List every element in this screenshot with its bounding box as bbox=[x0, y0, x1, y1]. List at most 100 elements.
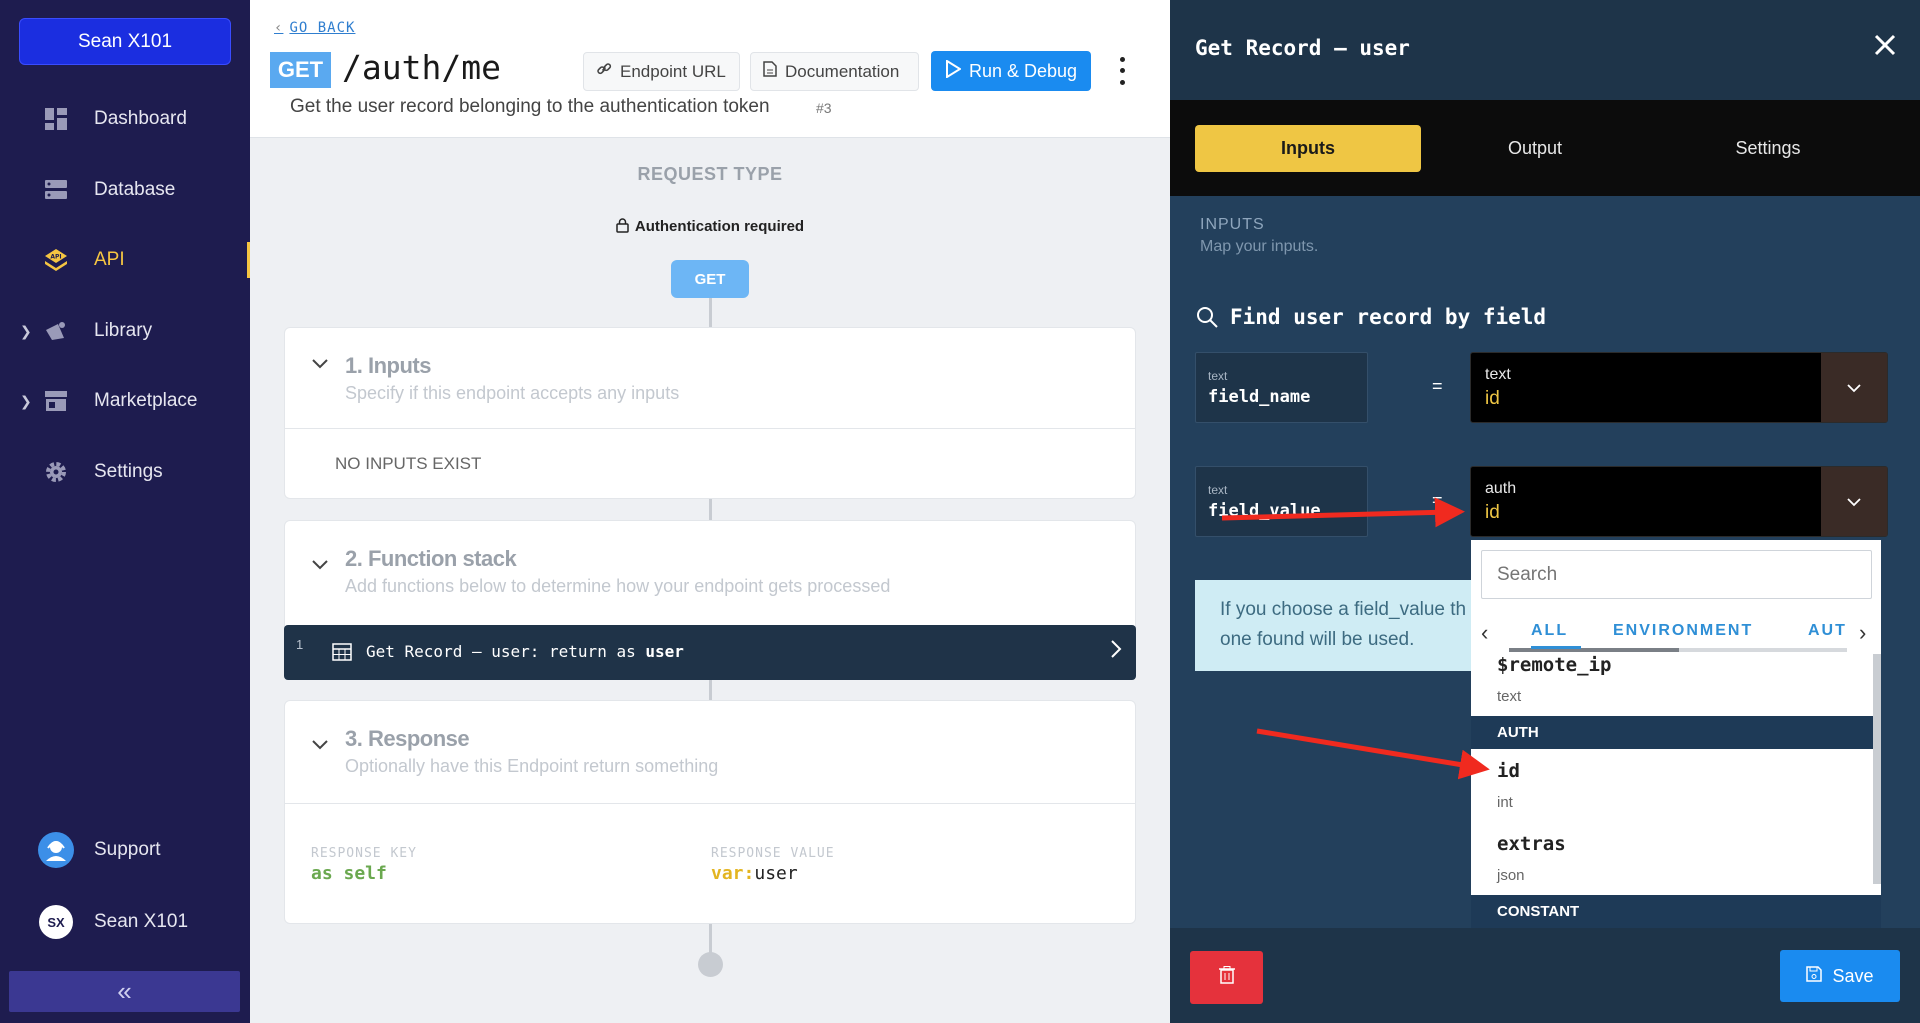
chevron-down-icon[interactable] bbox=[311, 735, 329, 756]
variable-group-auth: AUTH bbox=[1471, 716, 1881, 749]
endpoint-path: /auth/me bbox=[342, 48, 501, 87]
floppy-disk-icon bbox=[1806, 965, 1823, 987]
sidebar-item-label: API bbox=[94, 249, 125, 270]
response-key-label: RESPONSE KEY bbox=[311, 846, 417, 861]
chevron-right-icon[interactable]: › bbox=[1859, 620, 1866, 646]
documentation-label: Documentation bbox=[785, 61, 900, 81]
flow-connector bbox=[709, 924, 712, 954]
function-index: 1 bbox=[296, 637, 304, 652]
save-button[interactable]: Save bbox=[1780, 950, 1900, 1002]
field-value-value-input[interactable]: auth id bbox=[1470, 466, 1888, 537]
sidebar-item-database[interactable]: Database bbox=[0, 164, 250, 216]
field-name: field_name bbox=[1208, 387, 1311, 407]
tab-environment[interactable]: ENVIRONMENT bbox=[1613, 622, 1753, 640]
section-title[interactable]: 1. Inputs bbox=[345, 353, 431, 379]
request-method-pill[interactable]: GET bbox=[671, 260, 749, 298]
variable-item-extras[interactable]: extras bbox=[1497, 833, 1566, 855]
chevron-right-icon[interactable]: ❯ bbox=[20, 393, 32, 410]
sidebar-item-label: Database bbox=[94, 179, 176, 200]
field-name: field_value bbox=[1208, 501, 1321, 521]
tab-all[interactable]: ALL bbox=[1531, 622, 1568, 640]
equals-sign: = bbox=[1432, 376, 1443, 396]
function-settings-panel: Get Record – user Inputs Output Settings… bbox=[1170, 0, 1920, 1023]
response-key-value[interactable]: as self bbox=[311, 863, 387, 884]
tab-settings[interactable]: Settings bbox=[1655, 125, 1881, 172]
section-subtitle: Optionally have this Endpoint return som… bbox=[345, 756, 719, 776]
variable-picker-dropdown: ‹ ALL ENVIRONMENT AUT › $remote_ip text … bbox=[1471, 540, 1881, 934]
inputs-section: 1. Inputs Specify if this endpoint accep… bbox=[284, 327, 1136, 499]
close-icon[interactable] bbox=[1873, 30, 1897, 62]
auth-required-label: Authentication required bbox=[250, 218, 1170, 237]
database-icon bbox=[44, 178, 68, 202]
workspace-switcher-button[interactable]: Sean X101 bbox=[19, 18, 231, 65]
sidebar-item-label: Marketplace bbox=[94, 390, 198, 411]
gear-icon bbox=[44, 460, 68, 484]
panel-footer: Save bbox=[1170, 928, 1920, 1023]
sidebar-item-api[interactable]: API API bbox=[0, 234, 250, 286]
marketplace-icon bbox=[44, 389, 68, 413]
user-name: Sean X101 bbox=[94, 911, 189, 932]
sidebar-item-label: Support bbox=[94, 839, 161, 860]
field-value-key: text field_value bbox=[1195, 466, 1368, 537]
info-text-line: If you choose a field_value th bbox=[1220, 599, 1467, 620]
sidebar-user-profile[interactable]: SX Sean X101 bbox=[0, 896, 250, 948]
sidebar-item-library[interactable]: ❯ Library bbox=[0, 305, 250, 357]
tab-auth[interactable]: AUT bbox=[1808, 622, 1847, 640]
divider bbox=[285, 803, 1135, 804]
variable-item-remote-ip[interactable]: $remote_ip bbox=[1497, 654, 1611, 676]
chevron-down-icon[interactable] bbox=[1821, 467, 1887, 536]
value-type: text bbox=[1485, 366, 1511, 383]
field-name-value-input[interactable]: text id bbox=[1470, 352, 1888, 423]
panel-header: Get Record – user bbox=[1170, 0, 1920, 100]
request-type-label: REQUEST TYPE bbox=[637, 164, 783, 184]
section-title[interactable]: 2. Function stack bbox=[345, 546, 517, 572]
function-stack-row[interactable]: 1 Get Record – user: return as user bbox=[284, 625, 1136, 680]
chevron-right-icon[interactable] bbox=[1110, 639, 1122, 665]
chevron-left-icon[interactable]: ‹ bbox=[1481, 620, 1488, 646]
sidebar-item-support[interactable]: Support bbox=[0, 824, 250, 876]
tab-inputs[interactable]: Inputs bbox=[1195, 125, 1421, 172]
active-tab-underline bbox=[1531, 646, 1581, 649]
variable-search-input[interactable] bbox=[1481, 550, 1872, 599]
run-debug-label: Run & Debug bbox=[968, 60, 1078, 81]
sidebar-item-marketplace[interactable]: ❯ Marketplace bbox=[0, 375, 250, 427]
endpoint-header: ‹ GO BACK GET /auth/me Endpoint URL Docum… bbox=[250, 0, 1170, 138]
support-icon bbox=[38, 832, 74, 868]
chevron-right-icon[interactable]: ❯ bbox=[20, 323, 32, 340]
flow-connector bbox=[709, 499, 712, 521]
variable-group-constant: CONSTANT bbox=[1471, 895, 1881, 928]
sidebar-item-settings[interactable]: Settings bbox=[0, 446, 250, 498]
variable-item-type: text bbox=[1497, 688, 1522, 705]
function-text: Get Record – user: return as bbox=[366, 642, 646, 661]
response-section: 3. Response Optionally have this Endpoin… bbox=[284, 700, 1136, 924]
chevron-left-icon: ‹ bbox=[274, 20, 284, 36]
run-debug-button[interactable]: Run & Debug bbox=[931, 51, 1091, 91]
value-text: id bbox=[1485, 388, 1500, 409]
section-title[interactable]: 3. Response bbox=[345, 726, 470, 752]
flow-connector bbox=[709, 680, 712, 702]
section-subtitle: Add functions below to determine how you… bbox=[345, 576, 891, 596]
response-value-label: RESPONSE VALUE bbox=[711, 846, 835, 861]
chevron-down-icon[interactable] bbox=[1821, 353, 1887, 422]
value-text: id bbox=[1485, 502, 1500, 523]
go-back-link[interactable]: ‹ GO BACK bbox=[274, 20, 355, 36]
variable-item-id[interactable]: id bbox=[1497, 760, 1520, 782]
documentation-button[interactable]: Documentation bbox=[750, 52, 919, 91]
variable-item-type: int bbox=[1497, 794, 1513, 811]
inputs-heading: INPUTS bbox=[1200, 216, 1265, 233]
chevron-down-icon[interactable] bbox=[311, 555, 329, 576]
panel-title: Get Record – user bbox=[1195, 36, 1410, 60]
function-return-var: user bbox=[645, 642, 684, 661]
collapse-sidebar-button[interactable]: « bbox=[9, 971, 240, 1012]
endpoint-url-button[interactable]: Endpoint URL bbox=[583, 52, 740, 91]
trash-icon bbox=[1218, 966, 1235, 989]
tab-output[interactable]: Output bbox=[1422, 125, 1648, 172]
response-value[interactable]: var:user bbox=[711, 863, 798, 884]
document-icon bbox=[763, 61, 777, 82]
delete-button[interactable] bbox=[1190, 951, 1263, 1004]
sidebar-item-dashboard[interactable]: Dashboard bbox=[0, 93, 250, 145]
chevron-down-icon[interactable] bbox=[311, 354, 329, 375]
more-options-icon[interactable] bbox=[1112, 54, 1132, 88]
dropdown-scrollbar[interactable] bbox=[1873, 654, 1881, 884]
avatar: SX bbox=[39, 905, 73, 939]
